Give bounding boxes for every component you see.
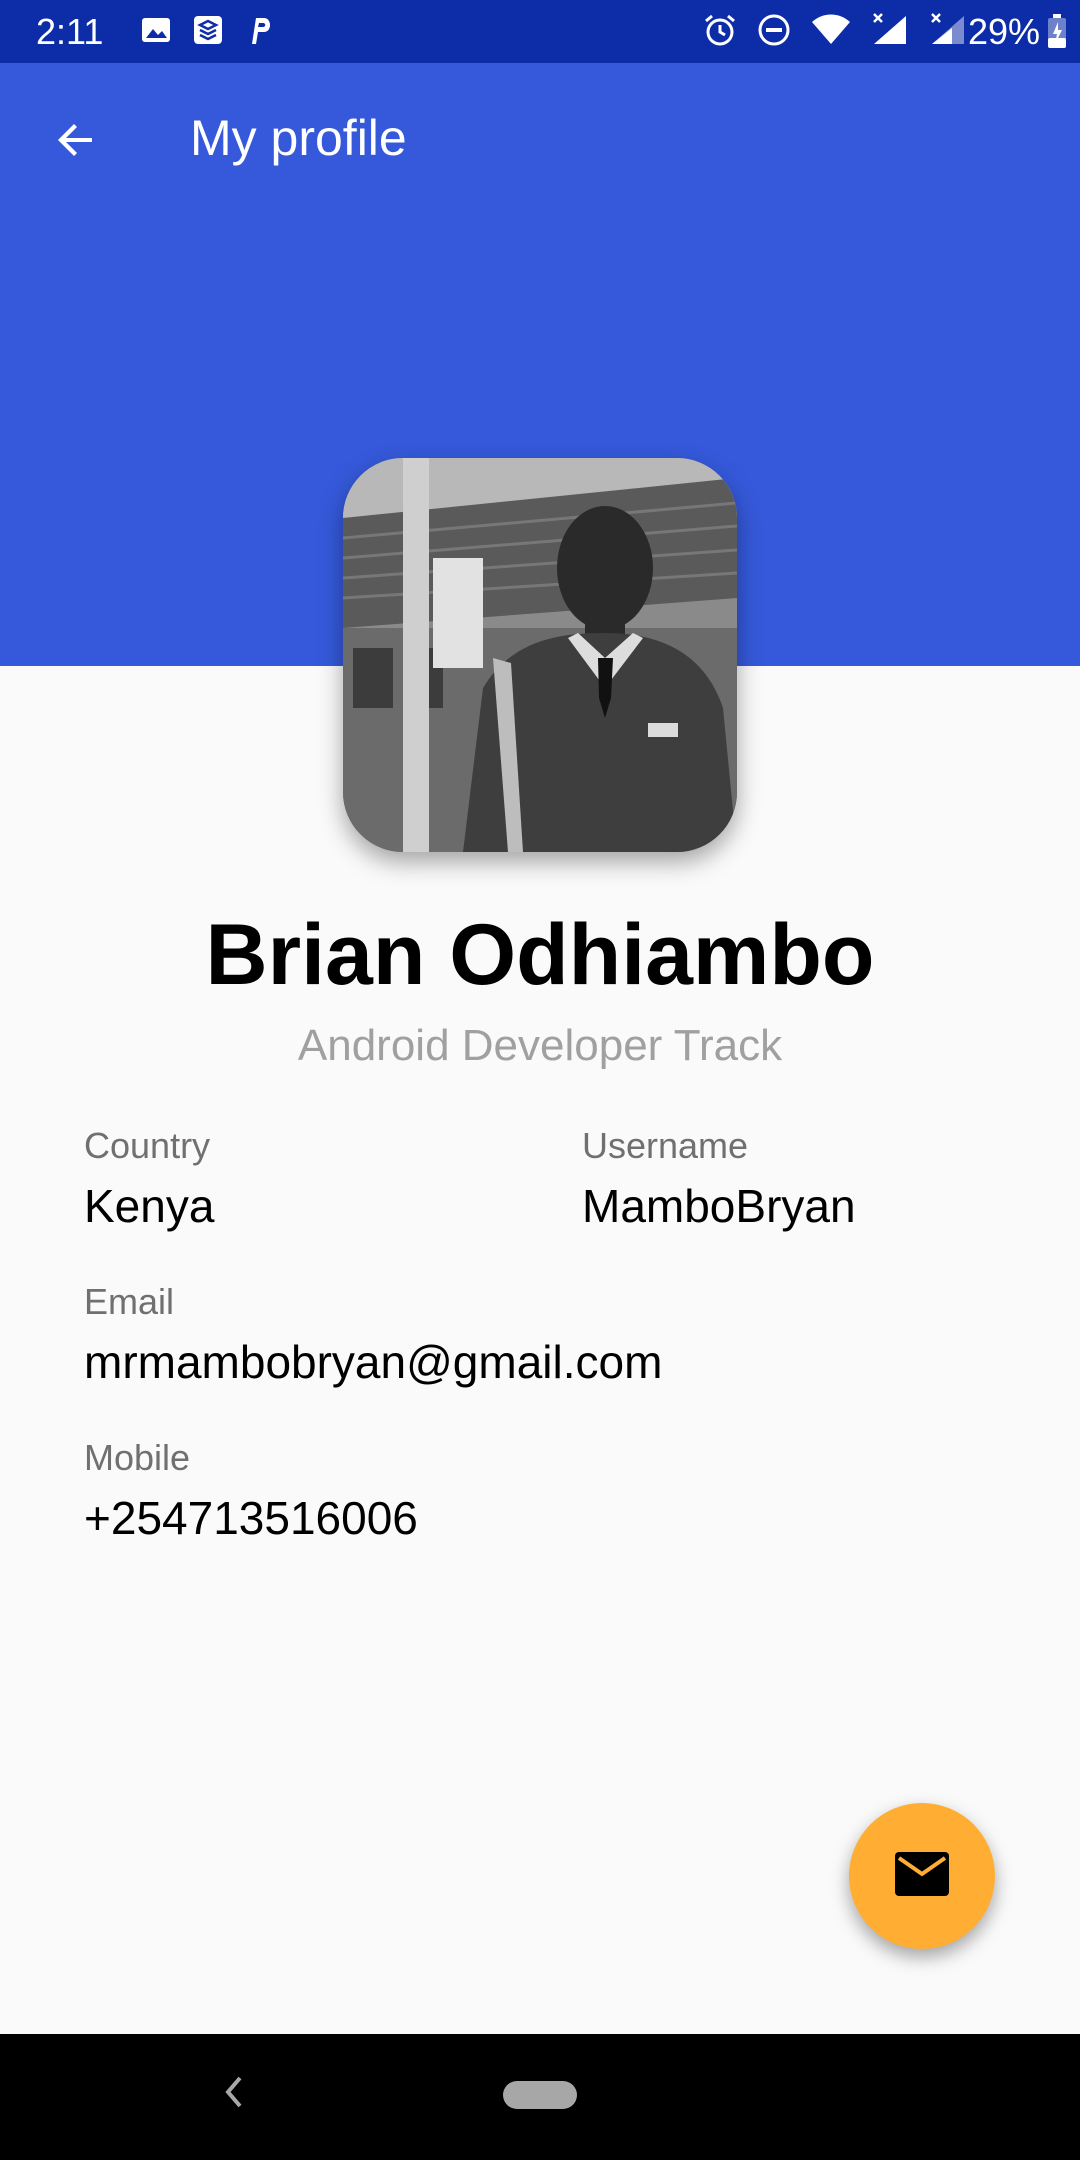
stack-icon <box>192 14 224 51</box>
system-navigation-bar <box>0 2034 1080 2160</box>
profile-track: Android Developer Track <box>297 1021 783 1070</box>
country-label: Country <box>84 1125 211 1166</box>
profile-avatar <box>343 458 737 852</box>
nav-home-button[interactable] <box>503 2081 577 2109</box>
mail-icon <box>895 1851 949 1901</box>
wifi-icon <box>810 12 852 53</box>
arrow-left-icon <box>52 116 100 169</box>
country-value: Kenya <box>84 1180 215 1232</box>
page-title: My profile <box>190 110 407 166</box>
signal-icon <box>928 12 968 53</box>
status-bar: 2:11 29% <box>0 0 1080 63</box>
profile-name: Brian Odhiambo <box>205 907 875 1003</box>
username-value: MamboBryan <box>582 1180 856 1232</box>
do-not-disturb-icon <box>756 12 792 53</box>
username-field: Username MamboBryan <box>582 1125 856 1233</box>
nav-back-button[interactable] <box>214 2064 254 2124</box>
status-notification-icons <box>140 14 276 51</box>
email-label: Email <box>84 1281 175 1322</box>
status-time: 2:11 <box>36 11 104 52</box>
mobile-field: Mobile +254713516006 <box>84 1437 418 1545</box>
back-button[interactable] <box>40 106 112 178</box>
p-icon <box>244 14 276 51</box>
battery-percentage: 29% <box>967 11 1040 52</box>
username-label: Username <box>582 1125 749 1166</box>
status-system-icons <box>702 12 968 53</box>
mobile-value: +254713516006 <box>84 1492 418 1544</box>
country-field: Country Kenya <box>84 1125 214 1233</box>
email-field: Email mrmambobryan@gmail.com <box>84 1281 662 1389</box>
battery-icon <box>1046 14 1068 55</box>
mobile-label: Mobile <box>84 1437 191 1478</box>
signal-icon <box>870 12 910 53</box>
chevron-left-icon <box>222 2074 246 2115</box>
alarm-icon <box>702 12 738 53</box>
email-value: mrmambobryan@gmail.com <box>84 1336 663 1388</box>
send-email-button[interactable] <box>849 1803 995 1949</box>
image-icon <box>140 14 172 51</box>
